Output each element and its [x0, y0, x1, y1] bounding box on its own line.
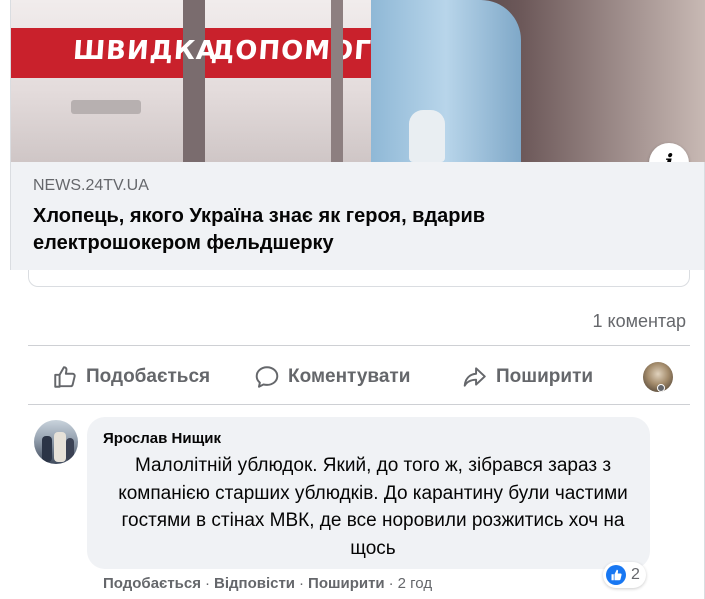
medic-suit — [371, 0, 521, 162]
link-preview[interactable]: NEWS.24TV.UA Хлопець, якого Україна знає… — [11, 162, 704, 270]
comment-author[interactable]: Ярослав Нищик — [103, 430, 221, 447]
chevron-down-icon — [657, 384, 665, 392]
reaction-count: 2 — [631, 566, 640, 583]
comment-icon — [255, 366, 279, 388]
comment-button[interactable]: Коментувати — [254, 360, 410, 394]
comment-like-link[interactable]: Подобається — [103, 575, 201, 592]
separator-dot: · — [388, 575, 394, 592]
avatar-figure — [42, 436, 52, 462]
like-button[interactable]: Подобається — [52, 360, 210, 394]
ambulance-sign-left: ШВИДКА — [71, 36, 219, 66]
shared-card-bottom — [28, 270, 690, 287]
like-reaction-icon — [606, 565, 626, 585]
ambulance-door-gap — [183, 0, 205, 162]
ambulance-handle — [71, 100, 141, 114]
comment-reactions[interactable]: 2 — [603, 562, 646, 588]
share-icon — [463, 367, 486, 387]
comment-timestamp[interactable]: 2 год — [398, 575, 432, 592]
divider — [28, 345, 690, 346]
comment-actions: Подобається · Відповісти · Поширити · 2 … — [103, 575, 432, 592]
like-button-label: Подобається — [86, 366, 211, 387]
commenter-avatar[interactable] — [34, 420, 78, 464]
separator-dot: · — [299, 575, 305, 592]
share-button[interactable]: Поширити — [462, 360, 593, 394]
like-icon — [54, 366, 76, 388]
ambulance-door-gap-2 — [331, 0, 343, 162]
comment-bubble: Ярослав Нищик Малолітній ублюдок. Який, … — [87, 417, 650, 569]
divider — [28, 404, 690, 405]
comment-text: Малолітній ублюдок. Який, до того ж, зіб… — [118, 455, 628, 559]
ambulance-sign-right: ДОПОМОГА — [209, 36, 394, 66]
comment-count[interactable]: 1 коментар — [593, 311, 687, 332]
comment-button-label: Коментувати — [288, 366, 411, 387]
comment-share-link[interactable]: Поширити — [308, 575, 385, 592]
article-image[interactable]: ШВИДКА ДОПОМОГА — [11, 0, 705, 162]
medic-glove — [409, 110, 445, 162]
share-button-label: Поширити — [496, 366, 594, 387]
comment-reply-link[interactable]: Відповісти — [214, 575, 295, 592]
separator-dot: · — [204, 575, 210, 592]
avatar-figure — [54, 432, 66, 462]
link-headline[interactable]: Хлопець, якого Україна знає як героя, вд… — [33, 203, 653, 257]
audience-selector-avatar[interactable] — [643, 362, 673, 392]
link-domain: NEWS.24TV.UA — [33, 177, 149, 194]
avatar-figure — [66, 438, 74, 462]
